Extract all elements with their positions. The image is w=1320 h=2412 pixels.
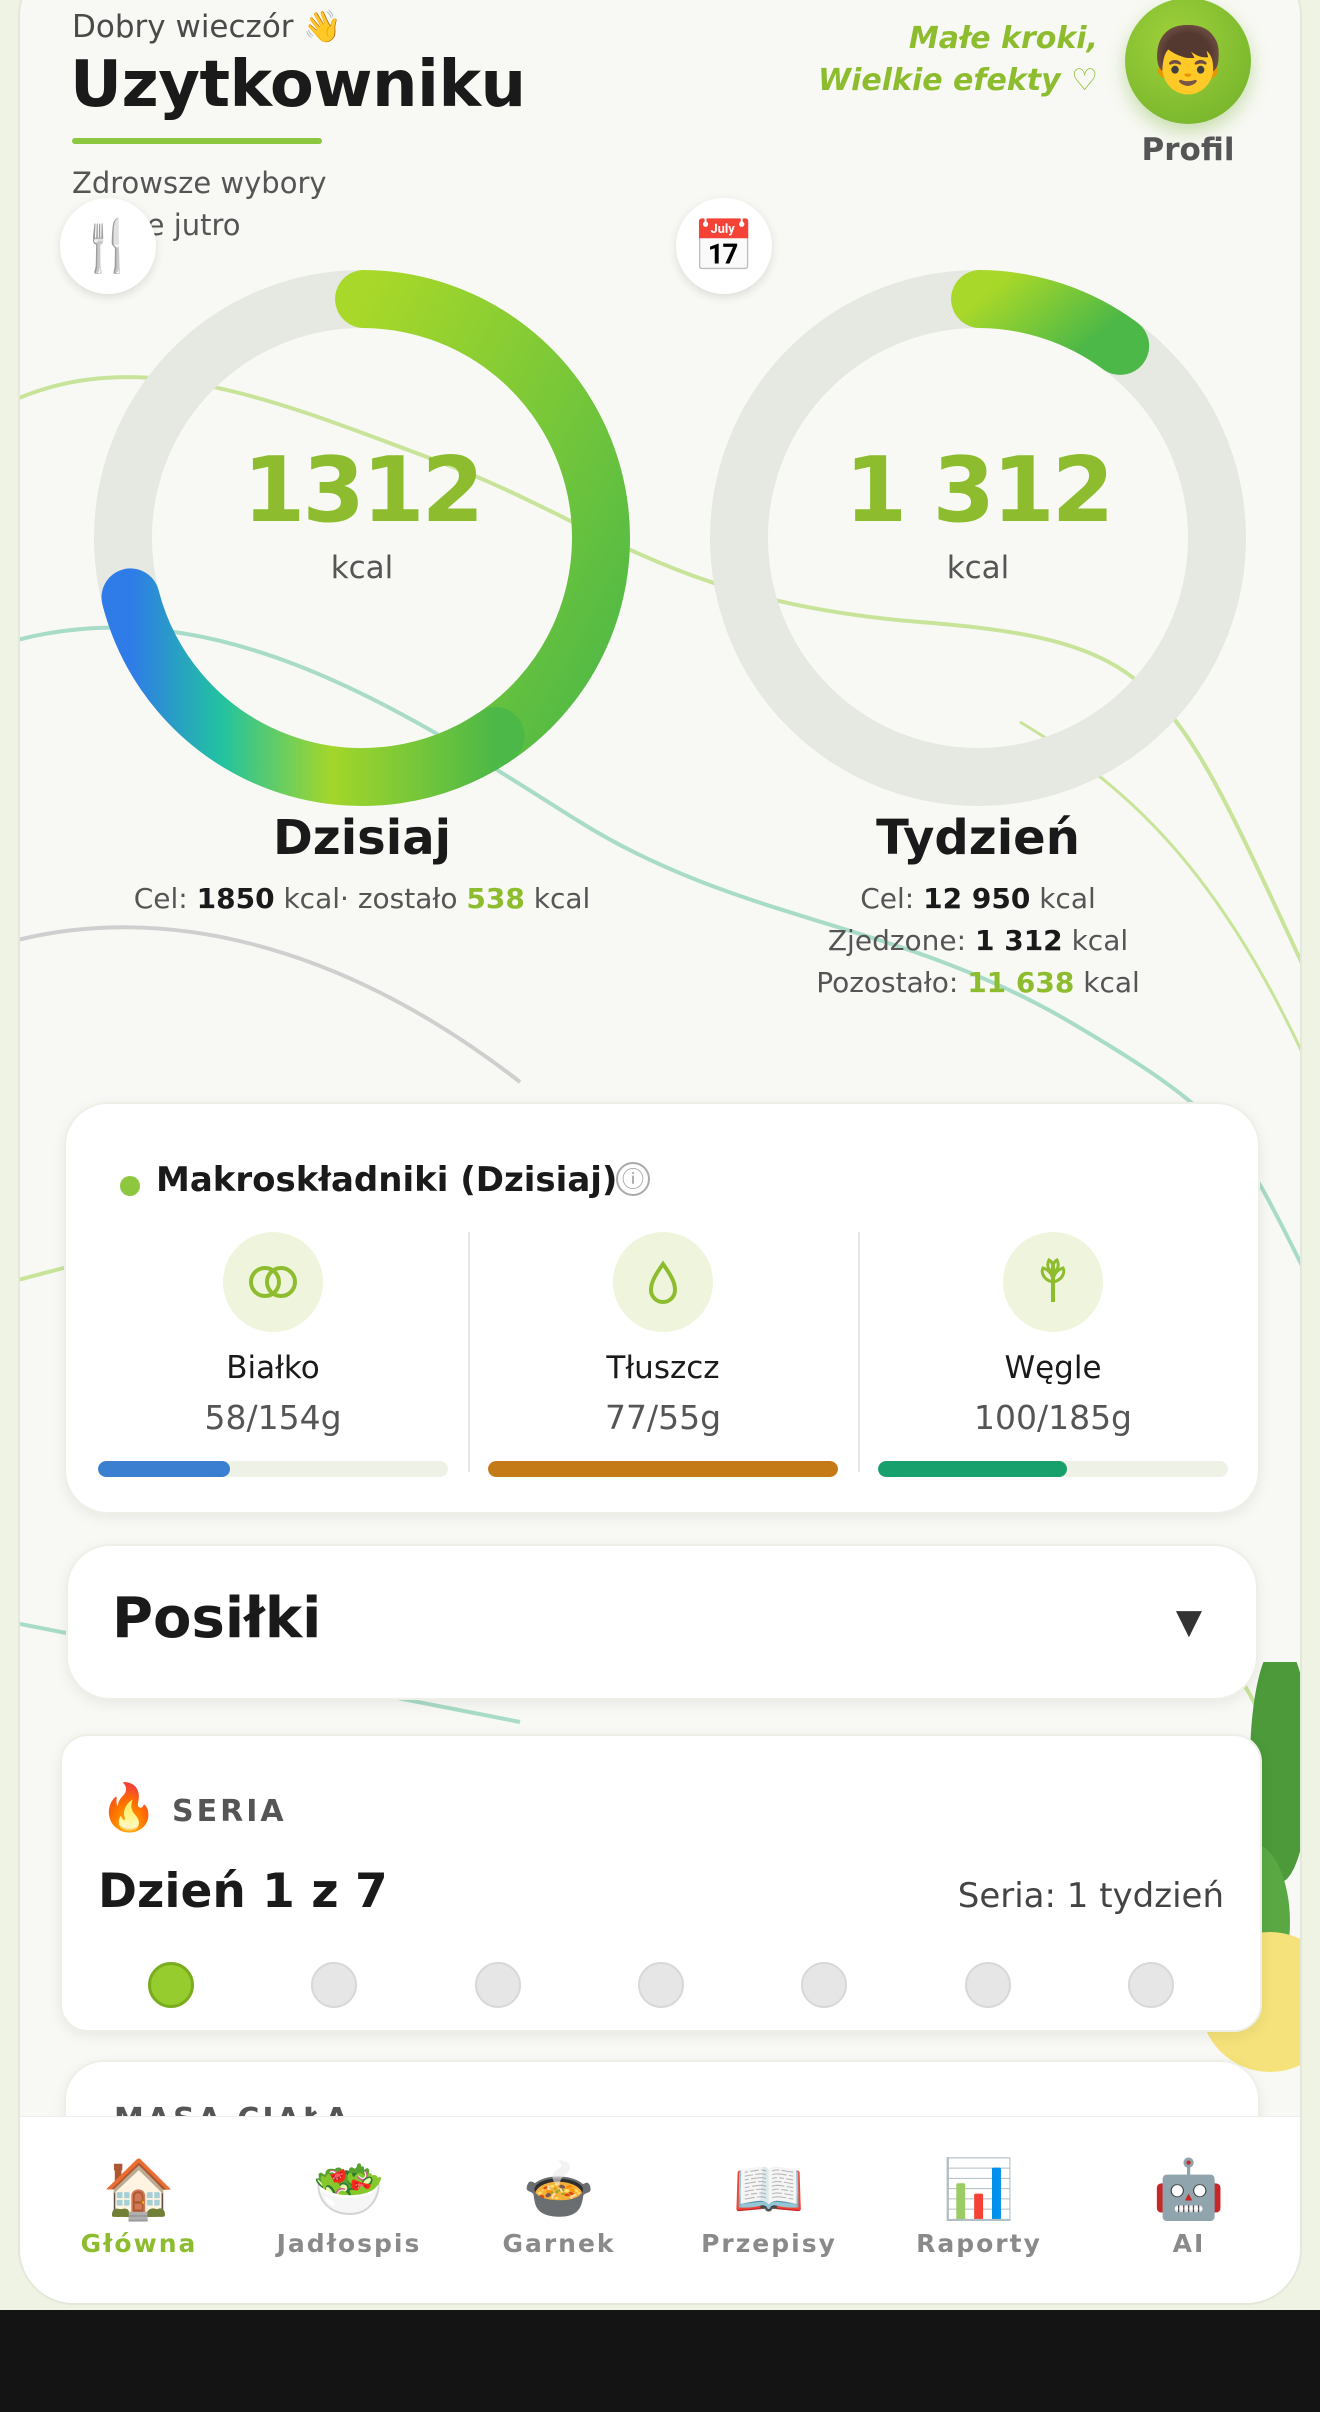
today-calories-ring[interactable]: 1312 kcal: [82, 258, 642, 818]
house-icon: 🏠: [102, 2155, 176, 2223]
week-goal-value: 12 950: [923, 882, 1031, 915]
nav-label: Przepisy: [701, 2229, 837, 2258]
week-title: Tydzień: [876, 810, 1080, 866]
week-left-line: Pozostało: 11 638 kcal: [698, 966, 1258, 999]
week-goal-label: Cel:: [860, 882, 915, 915]
macro-progress-fill: [98, 1461, 230, 1477]
week-calories-ring[interactable]: 1 312 kcal: [698, 258, 1258, 818]
today-remaining-value: 538: [466, 882, 525, 915]
week-eaten-unit: kcal: [1071, 924, 1129, 957]
app-frame: Dobry wieczór 👋 Uzytkowniku Zdrowsze wyb…: [0, 0, 1320, 2310]
week-calories-value: 1 312: [844, 438, 1115, 543]
salad-icon: 🥗: [312, 2155, 386, 2223]
nav-label: Jadłospis: [276, 2229, 422, 2258]
today-goal-label: Cel:: [133, 882, 188, 915]
today-title: Dzisiaj: [272, 810, 452, 866]
info-icon[interactable]: ⓘ: [616, 1162, 650, 1196]
nav-label: Garnek: [502, 2229, 616, 2258]
streak-day-dot: [1127, 1962, 1174, 2008]
week-goal-unit: kcal: [1039, 882, 1096, 915]
cutlery-icon: 🍴: [60, 198, 156, 294]
week-left-unit: kcal: [1083, 966, 1140, 999]
nav-label: Główna: [80, 2229, 198, 2258]
macro-value: 100/185g: [973, 1398, 1133, 1437]
tagline-line: Zdrowsze wybory: [72, 166, 327, 200]
chevron-down-icon[interactable]: ▼: [1176, 1602, 1202, 1642]
macro-progress-fill: [488, 1461, 838, 1477]
nav-item-ai[interactable]: 🤖 AI: [1084, 2117, 1294, 2303]
macro-progress-fill: [878, 1461, 1067, 1477]
bar-chart-icon: 📊: [942, 2155, 1016, 2223]
streak-card: 🔥 SERIA Dzień 1 z 7 Seria: 1 tydzień: [60, 1734, 1262, 2032]
today-ring-progress-lower: [101, 568, 525, 806]
week-eaten-label: Zjedzone:: [827, 924, 967, 957]
streak-day-text: Dzień 1 z 7: [98, 1864, 388, 1919]
nav-label: Raporty: [916, 2229, 1042, 2258]
calendar-icon: 📅: [676, 198, 772, 294]
profile-label[interactable]: Profil: [1120, 132, 1256, 168]
motto-line: Małe kroki,: [908, 21, 1098, 56]
motto-line: Wielkie efekty ♡: [818, 63, 1098, 98]
macro-value: 58/154g: [204, 1398, 342, 1437]
nav-item-recipes[interactable]: 📖 Przepisy: [664, 2117, 874, 2303]
macro-progress-track: [488, 1461, 838, 1477]
macros-card: Makroskładniki (Dzisiaj) ⓘ Białko 58/154…: [64, 1102, 1260, 1514]
today-goal-unit: kcal: [283, 882, 341, 915]
greeting-text: Dobry wieczór 👋: [72, 9, 342, 45]
today-remaining-label: · zostało: [340, 882, 458, 915]
streak-day-dot: [311, 1962, 358, 2008]
rings-icon: [223, 1232, 323, 1332]
macro-name: Tłuszcz: [606, 1350, 720, 1386]
macro-progress-track: [878, 1461, 1228, 1477]
week-eaten-line: Zjedzone: 1 312 kcal: [698, 924, 1258, 957]
macros-title: Makroskładniki (Dzisiaj): [156, 1160, 618, 1200]
streak-label: SERIA: [172, 1794, 287, 1829]
macro-value: 77/55g: [604, 1398, 722, 1437]
streak-day-dot: [964, 1962, 1011, 2008]
macros-status-dot: [120, 1176, 140, 1196]
week-eaten-value: 1 312: [974, 924, 1063, 957]
today-remaining-unit: kcal: [533, 882, 591, 915]
pot-icon: 🍲: [522, 2155, 596, 2223]
drop-icon: [613, 1232, 713, 1332]
week-calories-unit: kcal: [946, 550, 1010, 586]
meals-section-toggle[interactable]: Posiłki ▼: [66, 1544, 1258, 1700]
sprout-icon: [1003, 1232, 1103, 1332]
username-heading: Uzytkowniku: [70, 48, 526, 122]
robot-icon: 🤖: [1152, 2155, 1226, 2223]
week-ring-progress: [951, 270, 1150, 375]
bottom-navigation: 🏠 Główna 🥗 Jadłospis 🍲 Garnek 📖 Przepisy…: [20, 2116, 1300, 2303]
nav-item-home[interactable]: 🏠 Główna: [34, 2117, 244, 2303]
streak-week-text: Seria: 1 tydzień: [957, 1876, 1224, 1916]
nav-label: AI: [1172, 2229, 1206, 2258]
nav-item-pot[interactable]: 🍲 Garnek: [454, 2117, 664, 2303]
meals-title: Posiłki: [112, 1586, 322, 1651]
today-goal-line: Cel: 1850 kcal· zostało 538 kcal: [62, 882, 662, 915]
macro-item-carbs[interactable]: Węgle 100/185g: [858, 1232, 1248, 1482]
week-left-label: Pozostało:: [816, 966, 959, 999]
nav-item-reports[interactable]: 📊 Raporty: [874, 2117, 1084, 2303]
macro-name: Białko: [226, 1350, 320, 1386]
macro-item-fat[interactable]: Tłuszcz 77/55g: [468, 1232, 858, 1482]
week-goal-line: Cel: 12 950 kcal: [698, 882, 1258, 915]
streak-day-dot: [637, 1962, 684, 2008]
app-screen: Dobry wieczór 👋 Uzytkowniku Zdrowsze wyb…: [18, 0, 1302, 2305]
macro-item-protein[interactable]: Białko 58/154g: [78, 1232, 468, 1482]
profile-avatar-button[interactable]: 👦: [1125, 0, 1251, 124]
nav-item-meal-plan[interactable]: 🥗 Jadłospis: [244, 2117, 454, 2303]
streak-day-dot: [801, 1962, 848, 2008]
streak-day-dot: [474, 1962, 521, 2008]
today-calories-unit: kcal: [330, 550, 394, 586]
username-underline: [72, 138, 322, 144]
today-goal-value: 1850: [196, 882, 275, 915]
macro-progress-track: [98, 1461, 448, 1477]
week-left-value: 11 638: [967, 966, 1075, 999]
today-calories-value: 1312: [242, 438, 485, 543]
motto-text: Małe kroki, Wielkie efekty ♡: [818, 18, 1098, 102]
fire-icon: 🔥: [100, 1780, 158, 1834]
streak-day-dot: [148, 1962, 194, 2008]
macro-name: Węgle: [1004, 1350, 1102, 1386]
book-icon: 📖: [732, 2155, 806, 2223]
